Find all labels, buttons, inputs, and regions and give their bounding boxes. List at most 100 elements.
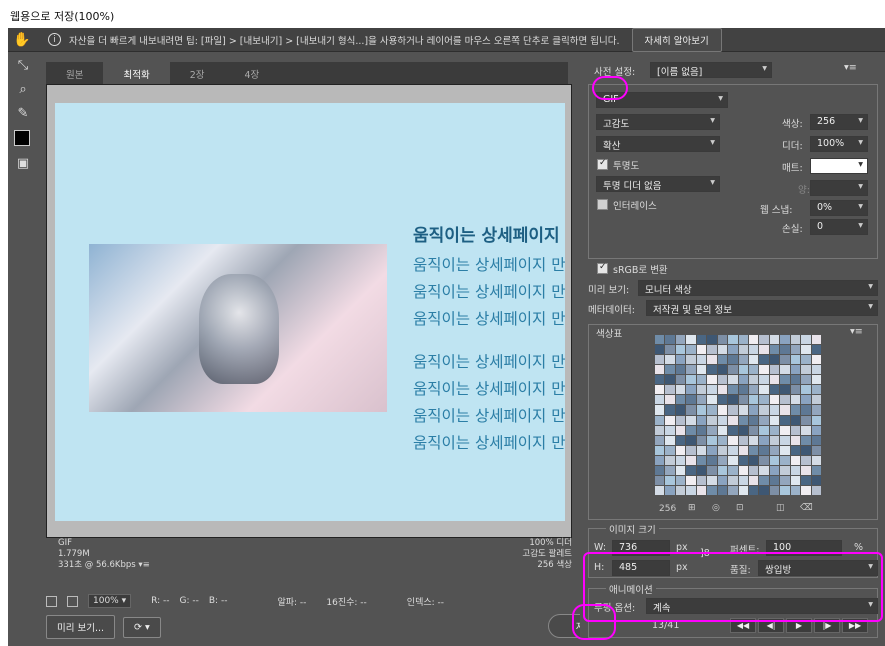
tab-4up[interactable]: 4장 xyxy=(225,62,280,84)
palette-swatch[interactable] xyxy=(811,415,821,425)
palette-swatch[interactable] xyxy=(696,335,707,345)
palette-swatch[interactable] xyxy=(717,395,728,405)
palette-swatch[interactable] xyxy=(801,475,811,485)
palette-swatch[interactable] xyxy=(728,405,738,415)
palette-swatch[interactable] xyxy=(738,345,748,355)
palette-swatch[interactable] xyxy=(675,345,686,355)
palette-swatch[interactable] xyxy=(811,355,821,365)
palette-swatch[interactable] xyxy=(686,465,696,475)
palette-swatch[interactable] xyxy=(780,455,790,465)
palette-swatch[interactable] xyxy=(665,435,675,445)
palette-swatch[interactable] xyxy=(748,365,759,375)
palette-swatch[interactable] xyxy=(769,405,780,415)
palette-swatch[interactable] xyxy=(801,425,811,435)
palette-swatch[interactable] xyxy=(790,345,801,355)
palette-swatch[interactable] xyxy=(707,385,717,395)
palette-swatch[interactable] xyxy=(707,395,717,405)
palette-swatch[interactable] xyxy=(686,425,696,435)
palette-swatch[interactable] xyxy=(748,485,759,495)
palette-swatch[interactable] xyxy=(728,375,738,385)
palette-swatch[interactable] xyxy=(686,345,696,355)
palette-swatch[interactable] xyxy=(686,455,696,465)
palette-swatch[interactable] xyxy=(728,355,738,365)
palette-swatch[interactable] xyxy=(675,475,686,485)
palette-swatch[interactable] xyxy=(801,445,811,455)
palette-swatch[interactable] xyxy=(801,395,811,405)
palette-swatch[interactable] xyxy=(790,465,801,475)
palette-swatch[interactable] xyxy=(686,375,696,385)
palette-swatch[interactable] xyxy=(738,395,748,405)
palette-swatch[interactable] xyxy=(769,435,780,445)
palette-swatch[interactable] xyxy=(717,435,728,445)
palette-swatch[interactable] xyxy=(696,435,707,445)
palette-swatch[interactable] xyxy=(707,475,717,485)
palette-swatch[interactable] xyxy=(780,465,790,475)
slice-select-tool-icon[interactable]: ⤡ xyxy=(10,54,36,76)
palette-swatch[interactable] xyxy=(717,445,728,455)
palette-swatch[interactable] xyxy=(780,405,790,415)
palette-swatch[interactable] xyxy=(748,385,759,395)
palette-swatch[interactable] xyxy=(675,425,686,435)
palette-swatch[interactable] xyxy=(675,385,686,395)
palette-swatch[interactable] xyxy=(780,365,790,375)
palette-swatch[interactable] xyxy=(728,485,738,495)
delete-color-icon[interactable]: ⌫ xyxy=(800,503,813,513)
palette-swatch[interactable] xyxy=(665,355,675,365)
color-table-grid[interactable] xyxy=(655,335,821,495)
palette-swatch[interactable] xyxy=(686,335,696,345)
palette-swatch[interactable] xyxy=(780,345,790,355)
palette-swatch[interactable] xyxy=(759,385,769,395)
palette-swatch[interactable] xyxy=(769,445,780,455)
palette-swatch[interactable] xyxy=(686,435,696,445)
palette-swatch[interactable] xyxy=(769,415,780,425)
palette-swatch[interactable] xyxy=(728,425,738,435)
palette-swatch[interactable] xyxy=(675,435,686,445)
palette-swatch[interactable] xyxy=(748,415,759,425)
palette-swatch[interactable] xyxy=(780,335,790,345)
palette-swatch[interactable] xyxy=(780,395,790,405)
palette-swatch[interactable] xyxy=(748,455,759,465)
palette-swatch[interactable] xyxy=(686,385,696,395)
palette-swatch[interactable] xyxy=(655,415,665,425)
palette-swatch[interactable] xyxy=(738,335,748,345)
palette-swatch[interactable] xyxy=(811,445,821,455)
dither-amount-input[interactable]: 100% ▾ xyxy=(810,136,868,152)
palette-swatch[interactable] xyxy=(655,365,665,375)
palette-swatch[interactable] xyxy=(675,455,686,465)
palette-swatch[interactable] xyxy=(748,355,759,365)
palette-swatch[interactable] xyxy=(811,425,821,435)
palette-swatch[interactable] xyxy=(728,445,738,455)
palette-swatch[interactable] xyxy=(707,465,717,475)
palette-swatch[interactable] xyxy=(728,345,738,355)
lossy-input[interactable]: 0 ▾ xyxy=(810,219,868,235)
palette-swatch[interactable] xyxy=(738,405,748,415)
palette-swatch[interactable] xyxy=(707,455,717,465)
palette-swatch[interactable] xyxy=(811,485,821,495)
palette-swatch[interactable] xyxy=(811,375,821,385)
palette-swatch[interactable] xyxy=(759,435,769,445)
preview-color-select[interactable]: 모니터 색상 ▾ xyxy=(638,280,878,296)
palette-swatch[interactable] xyxy=(696,455,707,465)
palette-swatch[interactable] xyxy=(686,445,696,455)
zoom-in-icon[interactable] xyxy=(67,595,78,607)
palette-swatch[interactable] xyxy=(811,335,821,345)
palette-swatch[interactable] xyxy=(748,405,759,415)
zoom-tool-icon[interactable]: ⌕ xyxy=(10,78,36,100)
preview-canvas[interactable]: 움직이는 상세페이지 움직이는 상세페이지 만 움직이는 상세페이지 만 움직이… xyxy=(55,103,565,521)
palette-swatch[interactable] xyxy=(769,345,780,355)
interlace-checkbox[interactable] xyxy=(597,199,608,210)
palette-swatch[interactable] xyxy=(738,435,748,445)
palette-swatch[interactable] xyxy=(717,465,728,475)
websnap-input[interactable]: 0% ▾ xyxy=(810,200,868,216)
palette-swatch[interactable] xyxy=(655,395,665,405)
palette-swatch[interactable] xyxy=(696,415,707,425)
palette-swatch[interactable] xyxy=(738,485,748,495)
palette-swatch[interactable] xyxy=(811,475,821,485)
palette-swatch[interactable] xyxy=(769,375,780,385)
palette-swatch[interactable] xyxy=(790,485,801,495)
palette-swatch[interactable] xyxy=(801,435,811,445)
palette-swatch[interactable] xyxy=(759,395,769,405)
palette-swatch[interactable] xyxy=(707,435,717,445)
palette-swatch[interactable] xyxy=(748,445,759,455)
palette-swatch[interactable] xyxy=(686,475,696,485)
